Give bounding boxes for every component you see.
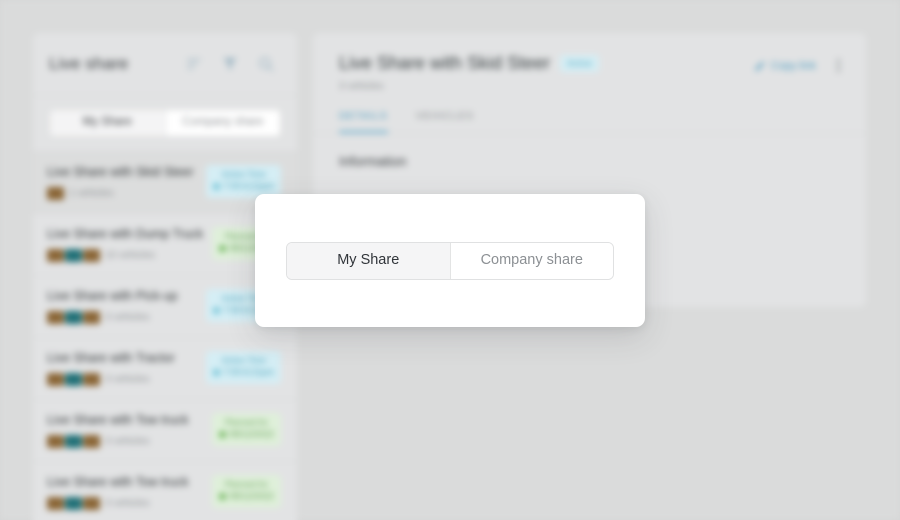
list-item[interactable]: Live Share with Tow truck 3 vehicles Pla… bbox=[33, 399, 297, 461]
detail-title-row: Live Share with Skid Steer Active bbox=[339, 53, 754, 74]
share-meta: 3 vehicles bbox=[47, 373, 200, 386]
vehicle-thumbnails bbox=[47, 249, 100, 262]
share-scope-modal: My Share Company share bbox=[255, 194, 645, 327]
list-item[interactable]: Live Share with Tow truck 3 vehicles Pla… bbox=[33, 461, 297, 520]
share-meta: 3 vehicles bbox=[47, 497, 206, 510]
share-name: Live Share with Tractor bbox=[47, 351, 175, 365]
status-badge-value: 7:00-6:21pm bbox=[213, 366, 274, 379]
sort-icon[interactable] bbox=[185, 55, 203, 73]
list-item-main: Live Share with Tow truck 3 vehicles bbox=[47, 413, 206, 448]
vehicle-thumbnails bbox=[47, 187, 64, 200]
search-icon[interactable] bbox=[257, 55, 275, 73]
vehicle-count: 3 vehicles bbox=[105, 436, 150, 447]
status-dot-icon bbox=[218, 431, 226, 439]
modal-tab-company-share[interactable]: Company share bbox=[449, 242, 613, 279]
share-meta: 10 vehicles bbox=[47, 249, 206, 262]
share-meta: 1 vehicles bbox=[47, 187, 200, 200]
vehicle-count: 10 vehicles bbox=[105, 250, 156, 261]
sidebar-tab-company-share[interactable]: Company share bbox=[164, 110, 280, 136]
status-badge-time: 7:00-6:21pm bbox=[223, 367, 274, 378]
vehicle-thumbnails bbox=[47, 311, 100, 324]
status-dot-icon bbox=[213, 307, 221, 315]
detail-header-left: Live Share with Skid Steer Active 3 vehi… bbox=[339, 53, 754, 92]
share-name: Live Share with Dump Truck bbox=[47, 227, 204, 241]
status-badge: Planned for 08/12/2022 bbox=[211, 413, 281, 447]
status-badge: Planned for 08/12/2022 bbox=[211, 475, 281, 509]
more-options-icon[interactable] bbox=[832, 57, 844, 74]
modal-tab-my-share[interactable]: My Share bbox=[287, 242, 450, 279]
status-badge-date: 08/12/2022 bbox=[228, 491, 274, 502]
copy-link-button[interactable]: Copy link bbox=[754, 60, 816, 72]
detail-title: Live Share with Skid Steer bbox=[339, 53, 551, 73]
copy-link-label: Copy link bbox=[770, 59, 816, 72]
sidebar-actions bbox=[185, 55, 275, 73]
information-section-title: Information bbox=[339, 154, 407, 169]
app-root: Live share My Share Company share Live S… bbox=[0, 0, 900, 520]
share-name: Live Share with Tow truck bbox=[47, 413, 189, 427]
status-badge: Active bbox=[560, 55, 600, 72]
status-badge-title: Active Time bbox=[221, 169, 266, 179]
page-title: Live share bbox=[49, 54, 129, 73]
detail-subtitle: 3 vehicles bbox=[339, 81, 384, 92]
share-meta: 3 vehicles bbox=[47, 435, 206, 448]
tab-details[interactable]: DETAILS bbox=[339, 110, 388, 133]
vehicle-thumbnails bbox=[47, 373, 100, 386]
detail-tabs: DETAILS VEHICLES bbox=[313, 92, 866, 134]
status-dot-icon bbox=[218, 493, 226, 501]
status-badge-time: 7:00-6:21pm bbox=[223, 181, 274, 192]
list-item-main: Live Share with Skid Steer 1 vehicles bbox=[47, 165, 200, 200]
sidebar-tab-my-share[interactable]: My Share bbox=[50, 110, 165, 136]
vehicle-thumbnails bbox=[47, 497, 100, 510]
detail-header-actions: Copy link bbox=[754, 53, 844, 74]
vehicle-count: 3 vehicles bbox=[105, 312, 150, 323]
share-name: Live Share with Skid Steer bbox=[47, 165, 194, 179]
status-badge-title: Planned for bbox=[224, 417, 269, 427]
list-item-main: Live Share with Tractor 3 vehicles bbox=[47, 351, 200, 386]
vehicle-count: 3 vehicles bbox=[105, 498, 150, 509]
status-badge-value: 08/12/2022 bbox=[218, 490, 274, 503]
segmented-control: My Share Company share bbox=[49, 109, 281, 137]
share-meta: 3 vehicles bbox=[47, 311, 200, 324]
status-badge-title: Planned for bbox=[224, 479, 269, 489]
status-dot-icon bbox=[213, 183, 221, 191]
list-item-main: Live Share with Pick-up 3 vehicles bbox=[47, 289, 200, 324]
list-item-main: Live Share with Dump Truck 10 vehicles bbox=[47, 227, 206, 262]
sidebar-header: Live share bbox=[33, 33, 297, 96]
filter-icon[interactable] bbox=[221, 55, 239, 73]
status-badge-value: 08/12/2022 bbox=[218, 428, 274, 441]
status-badge-title: Active Time bbox=[221, 355, 266, 365]
vehicle-count: 1 vehicles bbox=[69, 188, 114, 199]
edit-pencil-icon bbox=[754, 60, 766, 72]
detail-header: Live Share with Skid Steer Active 3 vehi… bbox=[313, 33, 866, 92]
share-name: Live Share with Pick-up bbox=[47, 289, 178, 303]
segmented-control: My Share Company share bbox=[286, 241, 614, 280]
status-badge-value: 7:00-6:21pm bbox=[213, 180, 274, 193]
share-name: Live Share with Tow truck bbox=[47, 475, 189, 489]
status-dot-icon bbox=[218, 245, 226, 253]
vehicle-thumbnails bbox=[47, 435, 100, 448]
list-item-main: Live Share with Tow truck 3 vehicles bbox=[47, 475, 206, 510]
detail-body: Information bbox=[313, 134, 866, 189]
sidebar-share-scope-switch: My Share Company share bbox=[33, 96, 297, 151]
list-item[interactable]: Live Share with Tractor 3 vehicles Activ… bbox=[33, 337, 297, 399]
status-dot-icon bbox=[213, 369, 221, 377]
vehicle-count: 3 vehicles bbox=[105, 374, 150, 385]
status-badge: Active Time 7:00-6:21pm bbox=[206, 351, 281, 385]
status-badge-date: 08/12/2022 bbox=[228, 429, 274, 440]
tab-vehicles[interactable]: VEHICLES bbox=[416, 110, 474, 133]
